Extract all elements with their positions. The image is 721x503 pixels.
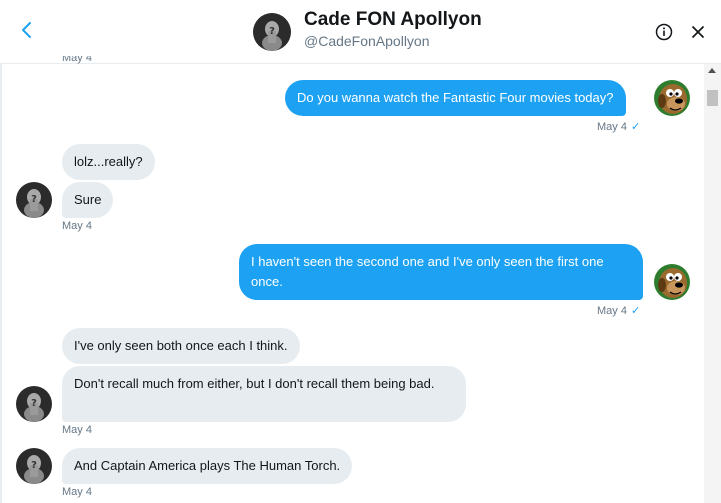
contact-avatar[interactable]: ? [16, 448, 52, 484]
info-icon [655, 23, 673, 41]
message-bubble-incoming[interactable]: And Captain America plays The Human Torc… [62, 448, 353, 484]
message-bubble-incoming[interactable]: Don't recall much from either, but I don… [62, 366, 466, 422]
svg-text:?: ? [31, 460, 37, 471]
message-date: May 4 [62, 424, 92, 436]
user-avatar[interactable] [654, 80, 690, 116]
message-date: May 4 [62, 220, 92, 232]
message-bubble-outgoing[interactable]: I haven't seen the second one and I've o… [239, 244, 643, 300]
contact-avatar[interactable]: ? [16, 386, 52, 422]
back-button[interactable] [14, 18, 38, 42]
conversation-header: ? Cade FON Apollyon @CadeFonApollyon [0, 0, 721, 64]
message-meta: May 4 ✓ [597, 304, 640, 317]
message-date: May 4 [597, 305, 627, 317]
scrollbar-thumb[interactable] [707, 90, 718, 106]
message-bubble-incoming[interactable]: Sure [62, 182, 114, 218]
message-date: May 4 [597, 121, 627, 133]
message-bubble-incoming[interactable]: lolz...really? [62, 144, 155, 180]
checkmark-icon: ✓ [630, 305, 641, 317]
scroll-up-arrow-icon[interactable] [708, 68, 716, 73]
message-date: May 4 [62, 486, 92, 498]
svg-text:?: ? [31, 194, 37, 205]
message-date: May 4 [62, 56, 92, 64]
scrollbar[interactable] [704, 64, 721, 503]
svg-text:?: ? [31, 398, 37, 409]
close-icon [691, 25, 705, 39]
message-meta: May 4 ✓ [597, 120, 640, 133]
panel-border [0, 64, 2, 503]
contact-handle: @CadeFonApollyon [304, 33, 430, 49]
info-button[interactable] [653, 21, 675, 43]
user-avatar[interactable] [654, 264, 690, 300]
close-button[interactable] [687, 21, 709, 43]
contact-avatar[interactable]: ? [253, 13, 291, 51]
contact-avatar[interactable]: ? [16, 182, 52, 218]
chevron-left-icon [22, 22, 31, 38]
contact-name: Cade FON Apollyon [304, 9, 482, 30]
checkmark-icon: ✓ [630, 121, 641, 133]
svg-text:?: ? [269, 26, 275, 37]
message-bubble-outgoing[interactable]: Do you wanna watch the Fantastic Four mo… [285, 80, 626, 116]
message-bubble-incoming[interactable]: I've only seen both once each I think. [62, 328, 300, 364]
